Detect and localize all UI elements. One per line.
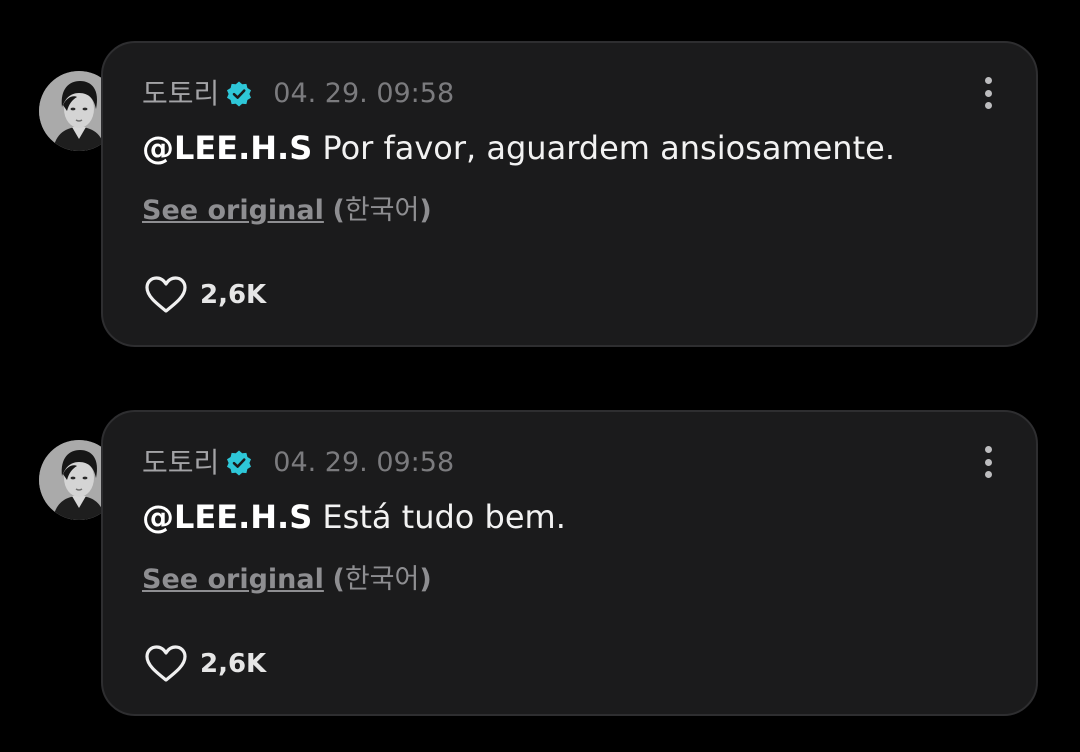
comment-card: 도토리 04. 29. 09:58 @LEE.H.S Por favor, ag… [101, 41, 1038, 347]
verified-badge-icon [227, 81, 252, 107]
language-paren-close: ) [419, 564, 432, 595]
more-options-button[interactable] [976, 77, 1000, 109]
like-section: 2,6K [142, 640, 266, 688]
more-vertical-icon [984, 446, 992, 453]
username[interactable]: 도토리 [142, 76, 219, 112]
comment-timestamp: 04. 29. 09:58 [273, 78, 455, 109]
translation-note: See original (한국어) [142, 193, 432, 229]
comment-timestamp: 04. 29. 09:58 [273, 447, 455, 478]
comment-card: 도토리 04. 29. 09:58 @LEE.H.S Está tudo bem… [101, 410, 1038, 716]
language-paren-open: ( [332, 564, 345, 595]
comment-message: Está tudo bem. [312, 498, 566, 536]
language-paren-open: ( [332, 195, 345, 226]
see-original-link[interactable]: See original [142, 564, 324, 595]
comment-header: 도토리 04. 29. 09:58 [142, 76, 454, 112]
comment-text: @LEE.H.S Por favor, aguardem ansiosament… [142, 126, 895, 170]
verified-badge-icon [227, 450, 252, 476]
comment-text: @LEE.H.S Está tudo bem. [142, 495, 566, 539]
translation-note: See original (한국어) [142, 562, 432, 598]
mention-link[interactable]: @LEE.H.S [142, 129, 312, 167]
comment-message: Por favor, aguardem ansiosamente. [312, 129, 895, 167]
heart-outline-icon[interactable] [142, 271, 190, 319]
more-options-button[interactable] [976, 446, 1000, 478]
original-language: 한국어 [344, 564, 420, 595]
heart-outline-icon[interactable] [142, 640, 190, 688]
like-section: 2,6K [142, 271, 266, 319]
comment-feed: 도토리 04. 29. 09:58 @LEE.H.S Por favor, ag… [0, 0, 1080, 752]
see-original-link[interactable]: See original [142, 195, 324, 226]
username[interactable]: 도토리 [142, 445, 219, 481]
language-paren-close: ) [419, 195, 432, 226]
like-count: 2,6K [200, 649, 267, 679]
comment-item: 도토리 04. 29. 09:58 @LEE.H.S Está tudo bem… [0, 409, 1080, 719]
mention-link[interactable]: @LEE.H.S [142, 498, 312, 536]
comment-item: 도토리 04. 29. 09:58 @LEE.H.S Por favor, ag… [0, 40, 1080, 350]
like-count: 2,6K [200, 280, 267, 310]
more-vertical-icon [984, 77, 992, 84]
comment-header: 도토리 04. 29. 09:58 [142, 445, 454, 481]
original-language: 한국어 [344, 195, 420, 226]
